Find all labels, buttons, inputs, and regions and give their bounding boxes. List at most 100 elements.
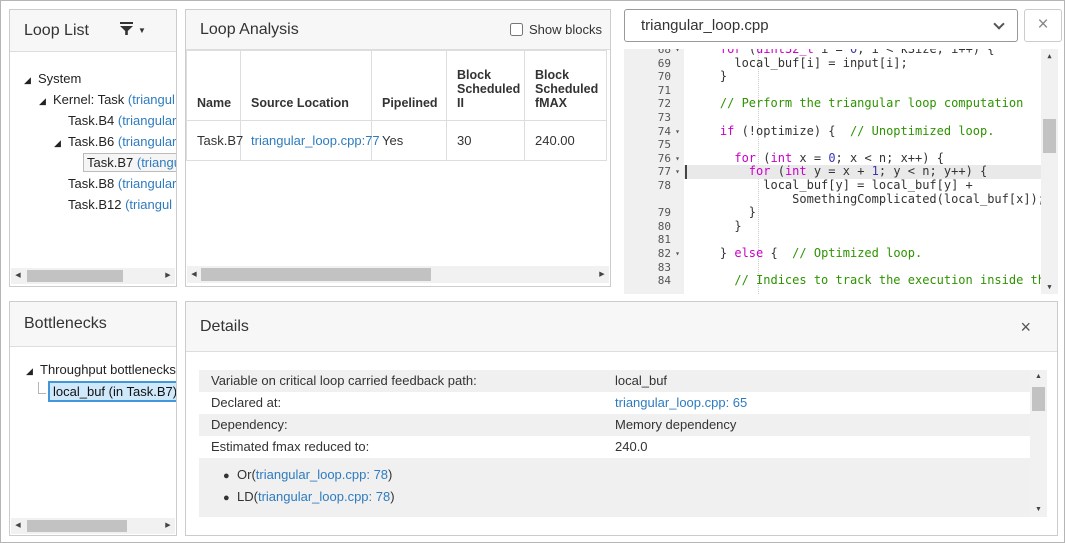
- cell-name: Task.B7: [187, 121, 241, 161]
- bullet-list: ●Or(triangular_loop.cpp: 78) ●LD(triangu…: [199, 458, 1030, 517]
- scrollbar-thumb[interactable]: [1043, 119, 1056, 153]
- cell-ii: 30: [447, 121, 525, 161]
- filter-button[interactable]: ▼: [119, 21, 146, 41]
- loop-analysis-hscrollbar[interactable]: ◀ ▶: [187, 266, 609, 283]
- tree-item-task-b4[interactable]: Task.B4 (triangular: [10, 110, 176, 131]
- gutter-line[interactable]: 76▾: [624, 152, 684, 166]
- source-link[interactable]: (triangular: [118, 113, 177, 128]
- code-editor: 68▾697071727374▾7576▾77▾7879808182▾8384 …: [624, 49, 1058, 294]
- fold-spacer: [671, 70, 684, 84]
- gutter-line[interactable]: 82▾: [624, 247, 684, 261]
- gutter-line: 81: [624, 233, 684, 247]
- code-line: [684, 233, 1041, 247]
- col-header-name[interactable]: Name: [187, 51, 241, 121]
- tree-item-task-b8[interactable]: Task.B8 (triangular: [10, 173, 176, 194]
- scroll-left-icon[interactable]: ◀: [187, 266, 201, 282]
- gutter-line: 75: [624, 138, 684, 152]
- tree-item-kernel-task[interactable]: ◢Kernel: Task (triangul: [10, 89, 176, 110]
- fold-marker-icon[interactable]: ▾: [671, 152, 684, 166]
- close-code-button[interactable]: ×: [1024, 9, 1062, 42]
- source-link[interactable]: triangular_loop.cpp: 78: [258, 489, 390, 504]
- tree-item-task-b7-selected[interactable]: Task.B7 (triangu: [10, 152, 176, 173]
- scroll-up-icon[interactable]: ▲: [1030, 370, 1047, 384]
- tree-expand-icon[interactable]: ◢: [54, 133, 68, 154]
- scroll-left-icon[interactable]: ◀: [11, 268, 25, 284]
- chevron-down-icon: ▼: [138, 26, 146, 35]
- source-link[interactable]: (triangu: [137, 155, 177, 170]
- fold-marker-icon[interactable]: ▾: [671, 49, 684, 57]
- table-row[interactable]: Task.B7 triangular_loop.cpp:77 Yes 30 24…: [187, 121, 607, 161]
- source-link[interactable]: triangular_loop.cpp: 65: [615, 392, 1030, 414]
- details-content: Variable on critical loop carried feedba…: [199, 370, 1030, 517]
- source-link[interactable]: (triangul: [128, 92, 175, 107]
- tree-item-throughput-bottlenecks[interactable]: ◢Throughput bottlenecks: [10, 359, 176, 381]
- tree-item-system[interactable]: ◢System: [10, 68, 176, 89]
- code-line: [684, 84, 1041, 98]
- code-line: }: [684, 70, 1041, 84]
- col-header-source-location[interactable]: Source Location: [241, 51, 372, 121]
- col-header-pipelined[interactable]: Pipelined: [372, 51, 447, 121]
- scrollbar-thumb[interactable]: [27, 520, 127, 532]
- source-link[interactable]: (triangular: [118, 134, 177, 149]
- scroll-right-icon[interactable]: ▶: [161, 268, 175, 284]
- scroll-right-icon[interactable]: ▶: [161, 518, 175, 534]
- tree-item-task-b6[interactable]: ◢Task.B6 (triangular: [10, 131, 176, 152]
- code-line: [684, 261, 1041, 275]
- scroll-left-icon[interactable]: ◀: [11, 518, 25, 534]
- loop-analysis-title: Loop Analysis: [200, 21, 299, 39]
- tree-expand-icon[interactable]: ◢: [26, 360, 40, 382]
- loop-list-header: Loop List ▼: [10, 10, 176, 52]
- gutter-line: 83: [624, 261, 684, 275]
- details-vscrollbar[interactable]: ▲ ▼: [1030, 370, 1047, 517]
- gutter-line[interactable]: 74▾: [624, 125, 684, 139]
- scroll-up-icon[interactable]: ▲: [1041, 49, 1058, 63]
- source-link[interactable]: (triangul: [125, 197, 172, 212]
- tree-expand-icon[interactable]: ◢: [24, 70, 38, 91]
- gutter-line: 69: [624, 57, 684, 71]
- fold-spacer: [671, 57, 684, 71]
- fold-marker-icon[interactable]: ▾: [671, 247, 684, 261]
- show-blocks-checkbox[interactable]: [510, 23, 523, 36]
- col-header-block-scheduled-fmax[interactable]: Block Scheduled fMAX: [525, 51, 607, 121]
- file-selector[interactable]: triangular_loop.cpp: [624, 9, 1018, 42]
- code-line: [684, 111, 1041, 125]
- bottlenecks-hscrollbar[interactable]: ◀ ▶: [11, 518, 175, 534]
- code-content: for (uint32_t i = 0; i < kSize; i++) { l…: [684, 49, 1041, 294]
- report-window: Loop List ▼ ◢System ◢Kernel: Task (trian…: [0, 0, 1065, 543]
- source-link[interactable]: triangular_loop.cpp: 78: [256, 467, 388, 482]
- tree-item-task-b12[interactable]: Task.B12 (triangul: [10, 194, 176, 215]
- gutter-line[interactable]: 77▾: [624, 165, 684, 179]
- loop-analysis-header: Loop Analysis Show blocks: [186, 10, 610, 50]
- code-line-highlighted: for (int y = x + 1; y < n; y++) {: [684, 165, 1041, 179]
- source-link[interactable]: (triangular: [118, 176, 177, 191]
- scroll-right-icon[interactable]: ▶: [595, 266, 609, 282]
- code-gutter: 68▾697071727374▾7576▾77▾7879808182▾8384: [624, 49, 684, 294]
- scrollbar-thumb[interactable]: [27, 270, 123, 282]
- gutter-line: 72: [624, 97, 684, 111]
- loop-list-panel: Loop List ▼ ◢System ◢Kernel: Task (trian…: [9, 9, 177, 287]
- loop-list-title: Loop List: [24, 22, 89, 40]
- details-header: Details ×: [186, 302, 1057, 352]
- close-details-button[interactable]: ×: [1020, 318, 1031, 336]
- fold-marker-icon[interactable]: ▾: [671, 165, 684, 179]
- details-panel: Details × Variable on critical loop carr…: [185, 301, 1058, 536]
- code-vscrollbar[interactable]: ▲ ▼: [1041, 49, 1058, 294]
- scrollbar-thumb[interactable]: [1032, 387, 1045, 411]
- loop-analysis-panel: Loop Analysis Show blocks Name Source Lo…: [185, 9, 611, 287]
- filter-icon: [119, 21, 135, 41]
- scroll-down-icon[interactable]: ▼: [1030, 503, 1047, 517]
- fold-spacer: [671, 97, 684, 111]
- scrollbar-thumb[interactable]: [201, 268, 431, 281]
- cell-source-link[interactable]: triangular_loop.cpp:77: [241, 121, 372, 161]
- detail-row: Variable on critical loop carried feedba…: [199, 370, 1030, 392]
- tree-expand-icon[interactable]: ◢: [39, 91, 53, 112]
- fold-marker-icon[interactable]: ▾: [671, 125, 684, 139]
- scroll-down-icon[interactable]: ▼: [1041, 280, 1058, 294]
- code-line: }: [684, 220, 1041, 234]
- fold-spacer: [671, 220, 684, 234]
- tree-item-local-buf-selected[interactable]: local_buf (in Task.B7): [10, 381, 176, 403]
- gutter-line[interactable]: 68▾: [624, 49, 684, 57]
- loop-list-hscrollbar[interactable]: ◀ ▶: [11, 268, 175, 284]
- code-line: if (!optimize) { // Unoptimized loop.: [684, 125, 1041, 139]
- col-header-block-scheduled-ii[interactable]: Block Scheduled II: [447, 51, 525, 121]
